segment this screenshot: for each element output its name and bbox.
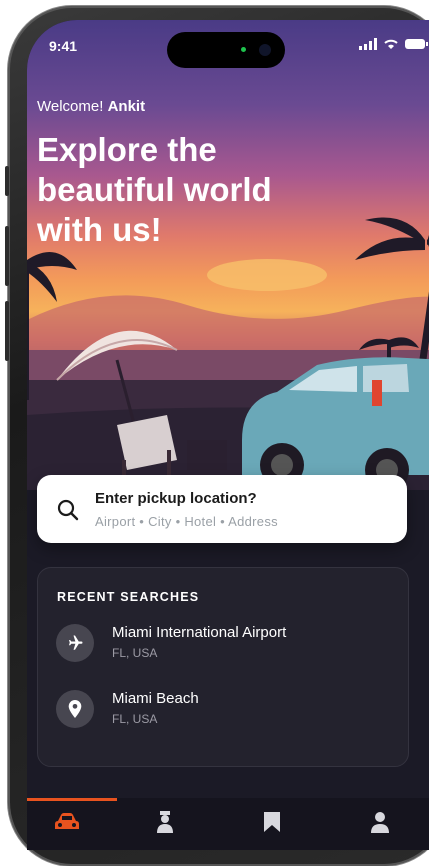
search-icon	[57, 499, 79, 521]
tab-driver[interactable]	[150, 810, 180, 834]
recent-item-name: Miami International Airport	[112, 624, 287, 641]
volume-up-button	[5, 226, 9, 286]
bottom-tab-bar	[27, 798, 429, 850]
app-screen: 9:41 Welcome! Ankit Explore the beautifu…	[27, 20, 429, 850]
status-icons	[359, 38, 429, 50]
front-camera-icon	[259, 44, 271, 56]
search-subtitle: Airport • City • Hotel • Address	[95, 514, 278, 529]
recent-searches-heading: RECENT SEARCHES	[57, 590, 200, 604]
recent-searches-card: RECENT SEARCHES Miami International Airp…	[37, 567, 409, 767]
camera-indicator-icon	[241, 47, 246, 52]
profile-icon	[371, 812, 389, 833]
active-tab-indicator	[27, 798, 117, 801]
recent-item-miami-airport[interactable]: Miami International Airport FL, USA	[56, 622, 396, 666]
status-time: 9:41	[49, 38, 78, 54]
tab-ride[interactable]	[52, 810, 82, 834]
driver-icon	[157, 811, 173, 833]
location-pin-icon	[56, 690, 94, 728]
recent-item-location: FL, USA	[112, 712, 158, 726]
tab-profile[interactable]	[365, 810, 395, 834]
signal-icon	[359, 38, 377, 50]
search-title: Enter pickup location?	[95, 490, 257, 507]
hero-illustration: 9:41 Welcome! Ankit Explore the beautifu…	[27, 20, 429, 490]
dynamic-island	[167, 32, 285, 68]
action-button	[5, 166, 9, 196]
recent-item-location: FL, USA	[112, 646, 158, 660]
battery-icon	[405, 39, 428, 49]
hero-headline: Explore the beautiful world with us!	[37, 131, 272, 248]
airplane-icon	[56, 624, 94, 662]
recent-item-name: Miami Beach	[112, 690, 199, 707]
volume-down-button	[5, 301, 9, 361]
recent-item-miami-beach[interactable]: Miami Beach FL, USA	[56, 688, 396, 732]
car-icon	[55, 813, 79, 829]
pickup-location-search[interactable]: Enter pickup location? Airport • City • …	[37, 475, 407, 543]
bookmark-icon	[264, 812, 280, 832]
user-name: Ankit	[107, 98, 146, 115]
wifi-icon	[384, 39, 398, 49]
welcome-prefix: Welcome!	[37, 98, 104, 115]
tab-saved[interactable]	[257, 810, 287, 834]
welcome-text: Welcome! Ankit	[37, 98, 145, 115]
beach-sunset-illustration	[27, 217, 429, 490]
